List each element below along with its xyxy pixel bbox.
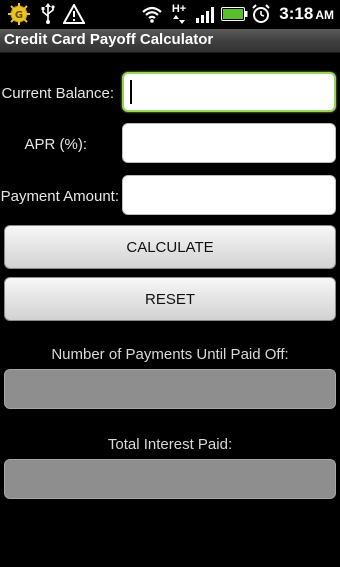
wifi-icon xyxy=(140,3,164,25)
battery-icon xyxy=(220,3,248,25)
total-interest-paid-label: Total Interest Paid: xyxy=(107,436,233,453)
status-clock: 3:18 AM xyxy=(279,4,334,24)
hplus-data-icon: H+ xyxy=(168,3,190,25)
total-interest-paid-output xyxy=(4,459,336,499)
payments-until-paid-off-output xyxy=(4,369,336,409)
warning-icon xyxy=(62,3,86,25)
payments-until-paid-off-label: Number of Payments Until Paid Off: xyxy=(51,346,289,363)
payment-amount-label: Payment Amount: xyxy=(0,188,119,205)
clock-time: 3:18 xyxy=(279,4,314,23)
current-balance-label: Current Balance: xyxy=(1,85,114,102)
reset-button[interactable]: RESET xyxy=(4,277,336,321)
usb-icon xyxy=(38,3,58,25)
text-cursor xyxy=(130,80,132,104)
apr-input[interactable] xyxy=(122,123,336,163)
current-balance-input[interactable] xyxy=(122,72,336,112)
signal-icon xyxy=(194,3,216,25)
alarm-icon xyxy=(250,3,272,25)
apr-label: APR (%): xyxy=(24,136,87,153)
clock-ampm: AM xyxy=(315,8,334,22)
status-bar: G H+ 3:18 AM xyxy=(0,0,340,29)
calculate-button[interactable]: CALCULATE xyxy=(4,225,336,269)
data-type-label: H+ xyxy=(171,3,187,15)
app-title-bar: Credit Card Payoff Calculator xyxy=(0,29,340,53)
htc-sense-icon: G xyxy=(6,3,32,25)
svg-text:G: G xyxy=(15,10,23,21)
app-title: Credit Card Payoff Calculator xyxy=(4,31,214,48)
payment-amount-input[interactable] xyxy=(122,175,336,215)
